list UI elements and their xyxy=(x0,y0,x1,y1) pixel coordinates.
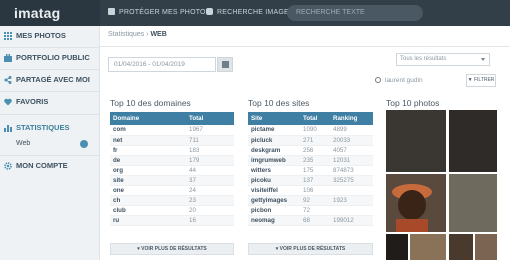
chevron-down-icon xyxy=(481,58,485,61)
column-header[interactable]: Total xyxy=(186,112,234,125)
table-row: picbon 72 xyxy=(248,205,373,216)
portfolio-icon xyxy=(4,54,12,62)
sites-table: Site Total Ranking pictame 1090 4899 piclu… xyxy=(248,112,373,226)
photo-thumbnail[interactable] xyxy=(475,234,497,260)
divider xyxy=(0,114,100,115)
domains-title: Top 10 des domaines xyxy=(110,98,191,108)
lock-icon xyxy=(108,8,115,15)
sidebar-item-favorites[interactable]: FAVORIS xyxy=(0,92,100,112)
table-row: ch 23 xyxy=(110,195,234,206)
sidebar-item-portfolio[interactable]: PORTFOLIO PUBLIC xyxy=(0,48,100,68)
grid-icon xyxy=(4,32,12,40)
table-row: club 20 xyxy=(110,205,234,216)
protect-photos-link[interactable]: PROTÉGER MES PHOTOS xyxy=(108,8,211,16)
portrait-image xyxy=(386,174,446,232)
share-icon xyxy=(4,76,12,84)
filter-button[interactable]: ▼ FILTRER xyxy=(466,74,496,87)
table-row: com 1967 xyxy=(110,125,234,136)
sidebar-item-my-photos[interactable]: MES PHOTOS xyxy=(0,26,100,46)
table-row: fr 183 xyxy=(110,145,234,156)
photo-thumbnail[interactable] xyxy=(386,174,446,232)
table-row: picoku 137 325275 xyxy=(248,175,373,186)
globe-icon xyxy=(80,140,88,148)
sidebar: MES PHOTOS PORTFOLIO PUBLIC PARTAGÉ AVEC… xyxy=(0,26,100,260)
table-row: pictame 1090 4899 xyxy=(248,125,373,136)
image-search-link[interactable]: RECHERCHE IMAGE xyxy=(206,8,289,16)
photo-thumbnail[interactable] xyxy=(386,110,446,172)
results-select[interactable]: Tous les résultats xyxy=(396,53,490,66)
camera-icon xyxy=(206,8,213,15)
logo[interactable]: imatag xyxy=(0,0,100,26)
photos-title: Top 10 photos xyxy=(386,98,440,108)
gear-icon xyxy=(4,162,12,170)
column-header[interactable]: Total xyxy=(300,112,330,125)
column-header[interactable]: Domaine xyxy=(110,112,186,125)
divider xyxy=(100,46,510,47)
photo-thumbnail[interactable] xyxy=(410,234,446,260)
table-row: deskgram 256 4057 xyxy=(248,145,373,156)
table-row: neomag 68 199012 xyxy=(248,215,373,226)
table-row: picluck 271 20033 xyxy=(248,135,373,146)
sidebar-subitem-web[interactable]: Web xyxy=(16,140,30,147)
domains-table: Domaine Total com 1967 net 711 fr 183 de 179… xyxy=(110,112,234,226)
sidebar-item-shared[interactable]: PARTAGÉ AVEC MOI xyxy=(0,70,100,90)
table-row: ru 16 xyxy=(110,215,234,226)
breadcrumb-current: WEB xyxy=(150,31,167,38)
sidebar-item-statistics[interactable]: STATISTIQUES xyxy=(0,118,100,138)
top-bar: imatag PROTÉGER MES PHOTOS RECHERCHE IMA… xyxy=(0,0,510,26)
heart-icon xyxy=(4,98,12,106)
search-icon xyxy=(375,77,381,83)
sidebar-item-account[interactable]: MON COMPTE xyxy=(0,156,100,176)
breadcrumb-parent[interactable]: Statistiques xyxy=(108,31,144,38)
date-range-input[interactable]: 01/04/2016 - 01/04/2019 xyxy=(108,57,216,72)
table-row: visiteiffel 106 xyxy=(248,185,373,196)
sites-title: Top 10 des sites xyxy=(248,98,310,108)
column-header[interactable]: Site xyxy=(248,112,300,125)
photo-thumbnail[interactable] xyxy=(449,174,497,232)
photo-thumbnail[interactable] xyxy=(449,110,497,172)
user-filter-input[interactable]: laurent gudin xyxy=(372,74,462,87)
more-sites-button[interactable]: ▾ VOIR PLUS DE RÉSULTATS xyxy=(248,243,373,255)
table-row: gettyimages 92 1923 xyxy=(248,195,373,206)
table-row: de 179 xyxy=(110,155,234,166)
text-search-input[interactable]: RECHERCHE TEXTE xyxy=(287,5,423,21)
table-row: net 711 xyxy=(110,135,234,146)
table-row: org 44 xyxy=(110,165,234,176)
calendar-icon xyxy=(222,61,229,68)
photo-thumbnail[interactable] xyxy=(386,234,408,260)
more-domains-button[interactable]: ▾ VOIR PLUS DE RÉSULTATS xyxy=(110,243,234,255)
table-row: site 37 xyxy=(110,175,234,186)
photo-thumbnail[interactable] xyxy=(449,234,473,260)
table-row: imgrumweb 235 12031 xyxy=(248,155,373,166)
column-header[interactable]: Ranking xyxy=(330,112,373,125)
table-row: one 24 xyxy=(110,185,234,196)
chart-icon xyxy=(4,125,12,132)
calendar-button[interactable] xyxy=(217,57,233,72)
table-row: witters 175 874873 xyxy=(248,165,373,176)
breadcrumb: Statistiques › WEB xyxy=(108,31,167,38)
